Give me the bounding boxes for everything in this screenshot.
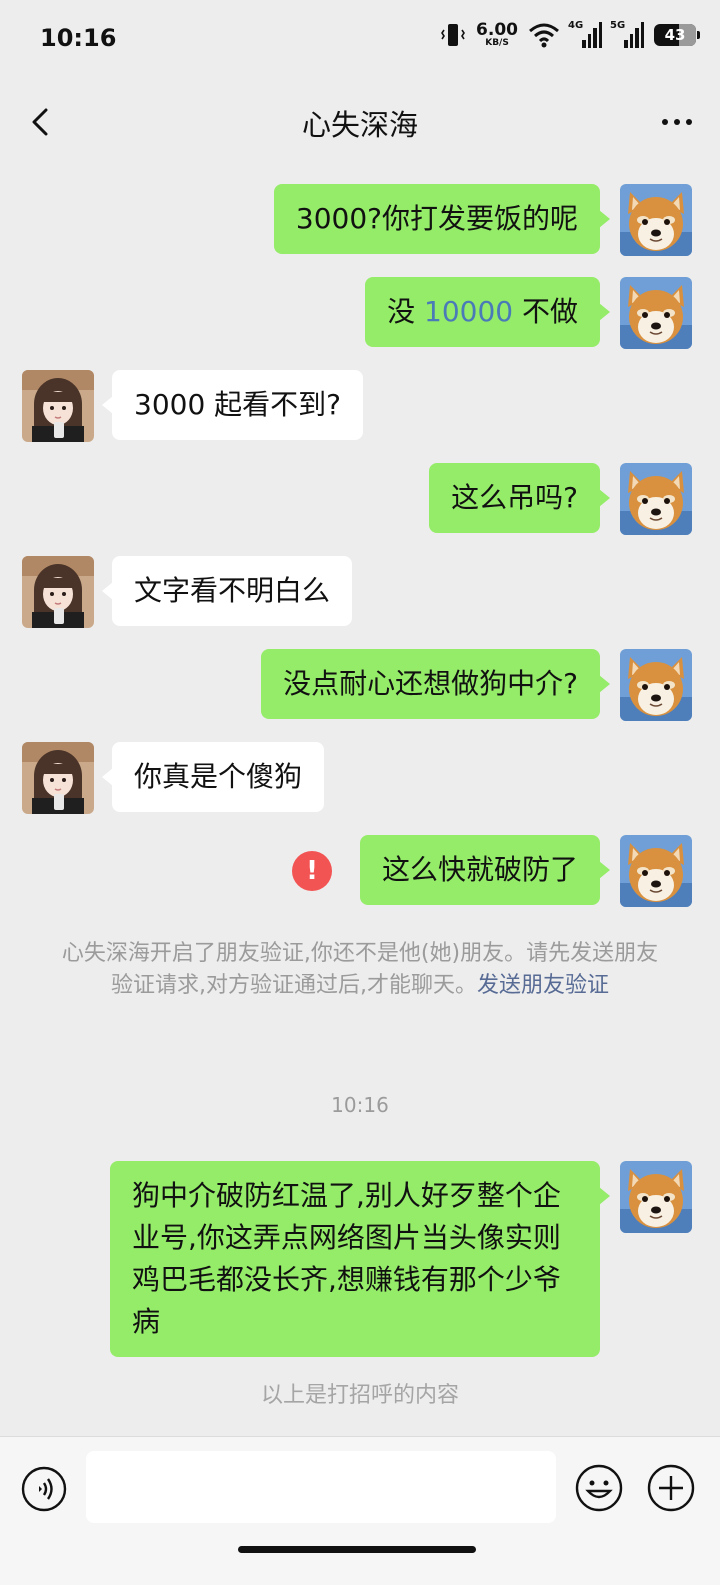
network-speed-unit: KB/S (485, 38, 509, 48)
home-indicator[interactable] (238, 1546, 476, 1553)
wifi-icon (529, 23, 559, 48)
network-speed: 6.00 KB/S (476, 22, 518, 48)
received-message-bubble[interactable]: 文字看不明白么 (101, 556, 353, 626)
message-text: 这么快就破防了 (381, 853, 578, 886)
message-text-after: 不做 (513, 295, 578, 328)
contact-avatar[interactable] (22, 556, 94, 628)
message-text: 这么吊吗? (451, 481, 578, 514)
sent-message-bubble[interactable]: 没 10000 不做 (365, 277, 610, 347)
my-avatar[interactable] (620, 835, 692, 907)
chat-header: 心失深海 (0, 80, 720, 164)
my-avatar[interactable] (620, 277, 692, 349)
my-avatar[interactable] (620, 463, 692, 535)
send-verification-link[interactable]: 发送朋友验证 (477, 973, 609, 998)
message-text: 没点耐心还想做狗中介? (283, 667, 578, 700)
message-text: 狗中介破防红温了,别人好歹整个企业号,你这弄点网络图片当头像实则鸡巴毛都没长齐,… (132, 1179, 561, 1338)
received-message-bubble[interactable]: 你真是个傻狗 (101, 742, 325, 812)
network-speed-value: 6.00 (476, 20, 518, 40)
vibrate-icon (441, 24, 466, 46)
friend-verification-notice: 心失深海开启了朋友验证,你还不是他(她)朋友。请先发送朋友验证请求,对方验证通过… (58, 938, 662, 1002)
message-timestamp: 10:16 (331, 1093, 389, 1117)
message-text-before: 没 (387, 295, 425, 328)
sent-message-bubble[interactable]: 没点耐心还想做狗中介? (261, 649, 610, 719)
signal-4g-icon: 4G (568, 20, 602, 48)
my-avatar[interactable] (620, 1161, 692, 1233)
received-message-bubble[interactable]: 3000 起看不到? (101, 370, 364, 440)
my-avatar[interactable] (620, 184, 692, 256)
sent-message-bubble[interactable]: 3000?你打发要饭的呢 (273, 184, 611, 254)
signal-5g-tag: 5G (610, 20, 626, 31)
message-text: 3000?你打发要饭的呢 (295, 202, 578, 235)
my-avatar[interactable] (620, 649, 692, 721)
greeting-hint: 以上是打招呼的内容 (260, 1383, 459, 1408)
status-time: 10:16 (40, 24, 117, 52)
error-icon[interactable]: ! (292, 851, 332, 891)
contact-avatar[interactable] (22, 370, 94, 442)
chat-title: 心失深海 (301, 108, 418, 142)
status-icons: 6.00 KB/S 4G 5G 43 (440, 20, 700, 48)
status-bar: 10:16 6.00 KB/S 4G 5G 43 (0, 0, 720, 80)
message-text: 你真是个傻狗 (134, 760, 303, 793)
message-text: 3000 起看不到? (134, 388, 342, 421)
greeting-message-bubble[interactable]: 狗中介破防红温了,别人好歹整个企业号,你这弄点网络图片当头像实则鸡巴毛都没长齐,… (110, 1161, 610, 1357)
voice-icon[interactable] (20, 1465, 68, 1513)
number-link[interactable]: 10000 (424, 295, 513, 328)
emoji-icon[interactable] (574, 1463, 624, 1513)
message-input[interactable] (86, 1451, 556, 1523)
signal-5g-icon: 5G (610, 20, 644, 48)
plus-icon[interactable] (646, 1463, 696, 1513)
message-text: 文字看不明白么 (134, 574, 331, 607)
more-dots-icon[interactable] (648, 100, 704, 144)
battery-icon: 43 (654, 24, 700, 46)
sent-message-bubble[interactable]: 这么快就破防了 (359, 835, 611, 905)
signal-4g-tag: 4G (568, 20, 584, 31)
sent-message-bubble[interactable]: 这么吊吗? (429, 463, 610, 533)
battery-level: 43 (664, 26, 686, 44)
contact-avatar[interactable] (22, 742, 94, 814)
input-bar (0, 1436, 720, 1585)
